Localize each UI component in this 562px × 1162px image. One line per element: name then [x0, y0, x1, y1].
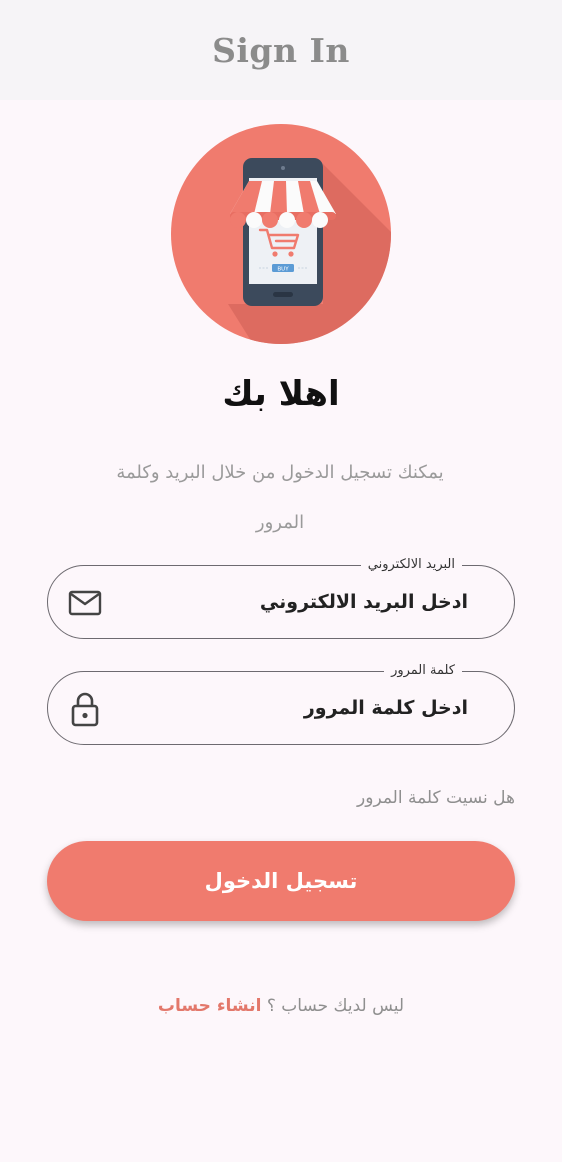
welcome-heading: اهلا بك	[222, 374, 340, 414]
signup-question: ليس لديك حساب ؟	[266, 996, 405, 1016]
page-title: Sign In	[212, 30, 350, 70]
password-field[interactable]: كلمة المرور	[47, 661, 515, 745]
signup-row: ليس لديك حساب ؟ انشاء حساب	[0, 996, 562, 1016]
lock-icon	[70, 691, 104, 727]
login-button[interactable]: تسجيل الدخول	[47, 841, 515, 921]
login-button-label: تسجيل الدخول	[204, 869, 358, 893]
forgot-password-link[interactable]: هل نسيت كلمة المرور	[357, 788, 515, 808]
shop-logo: BUY	[168, 124, 394, 344]
create-account-link[interactable]: انشاء حساب	[158, 996, 262, 1016]
shop-phone-logo-icon: BUY	[171, 124, 391, 344]
buy-badge: BUY	[277, 267, 289, 273]
login-instructions: يمكنك تسجيل الدخول من خلال البريد وكلمة …	[116, 462, 444, 533]
app-bar: Sign In	[0, 0, 562, 100]
mail-icon	[68, 588, 102, 618]
password-input[interactable]	[138, 672, 468, 744]
email-input[interactable]	[138, 566, 468, 638]
email-field[interactable]: البريد الالكتروني	[47, 555, 515, 639]
